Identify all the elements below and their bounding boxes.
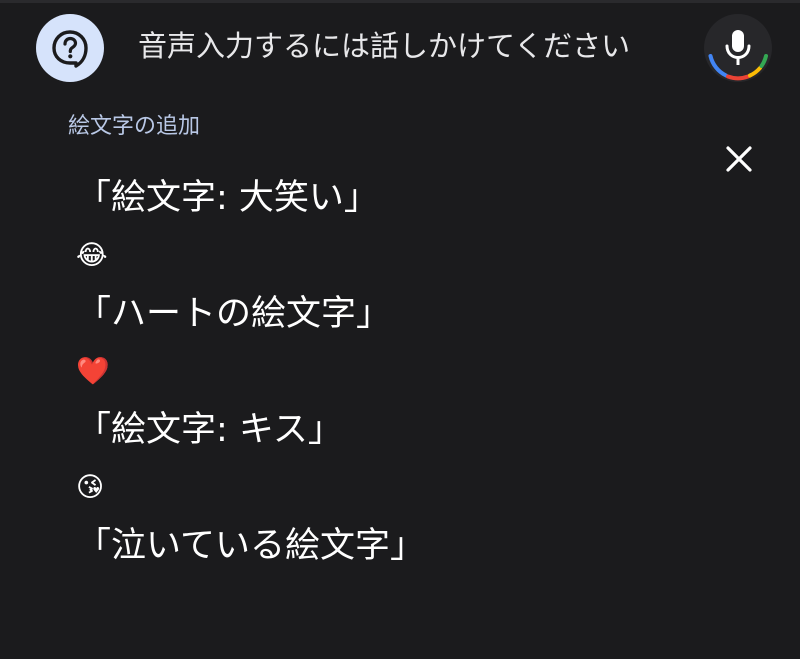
emoji-laugh-icon: 😂 [76,240,108,271]
phrase-crying: 「泣いている絵文字」 [76,526,425,566]
phrase-heart: 「ハートの絵文字」 [76,294,392,334]
emoji-heart-icon: ❤️ [76,356,110,387]
phrase-laugh: 「絵文字: 大笑い」 [76,178,379,218]
emoji-kiss-icon: 😘 [76,472,105,503]
microphone-icon [725,30,751,65]
close-icon [726,146,752,172]
emoji-suggestion-list: 「絵文字: 大笑い」 😂 「ハートの絵文字」 ❤️ 「絵文字: キス」 😘 「泣… [76,170,716,574]
voice-hint-text: 音声入力するには話しかけてください [138,29,631,63]
close-button[interactable] [716,136,762,182]
phrase-kiss: 「絵文字: キス」 [76,410,343,450]
help-bubble-icon [52,30,88,68]
microphone-button[interactable] [704,14,772,82]
top-divider [0,0,800,3]
section-title: 絵文字の追加 [68,114,201,139]
voice-input-bar: 音声入力するには話しかけてください [0,0,800,100]
help-button[interactable] [36,14,104,82]
